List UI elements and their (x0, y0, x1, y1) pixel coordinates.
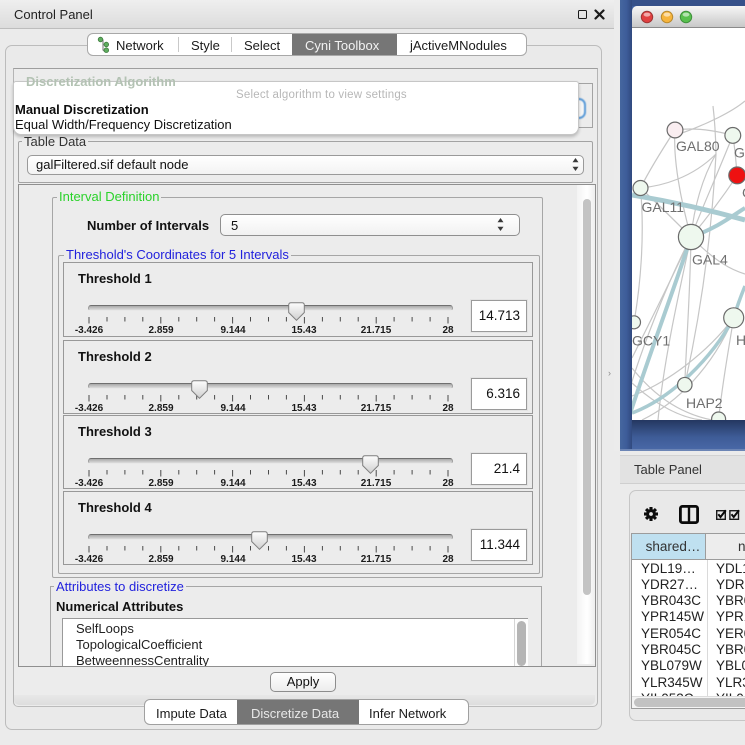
svg-text:GA: GA (734, 145, 745, 161)
svg-text:GCY1: GCY1 (632, 332, 670, 348)
svg-text:GAL11: GAL11 (642, 199, 685, 215)
svg-text:HAP2: HAP2 (686, 395, 723, 411)
svg-text:GAL80: GAL80 (676, 138, 720, 154)
svg-text:GAL4: GAL4 (692, 252, 728, 268)
svg-text:H: H (736, 332, 745, 348)
